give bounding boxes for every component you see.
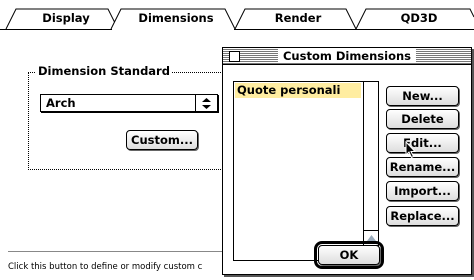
custom-button[interactable]: Custom... xyxy=(126,130,198,150)
replace-button[interactable]: Replace... xyxy=(386,206,459,226)
popup-value: Arch xyxy=(46,96,76,110)
delete-button[interactable]: Delete xyxy=(386,109,459,129)
help-text: Click this button to define or modify cu… xyxy=(8,262,203,272)
new-button[interactable]: New... xyxy=(386,86,459,106)
ok-button[interactable]: OK xyxy=(318,245,380,265)
dimension-standard-popup[interactable]: Arch xyxy=(40,94,218,112)
tab-display-label: Display xyxy=(42,11,90,25)
dimensions-list[interactable]: Quote personali xyxy=(233,81,379,261)
tab-bar: Display Dimensions Render QD3D xyxy=(0,0,474,30)
popup-arrows-icon xyxy=(195,95,217,111)
separator xyxy=(8,251,223,252)
group-title: Dimension Standard xyxy=(36,64,172,78)
dialog-title: Custom Dimensions xyxy=(277,49,417,63)
close-box-icon[interactable] xyxy=(229,51,240,62)
list-item[interactable]: Quote personali xyxy=(235,83,361,98)
tab-dimensions-label: Dimensions xyxy=(138,11,214,25)
list-scrollbar[interactable] xyxy=(363,82,378,260)
custom-dimensions-dialog: Custom Dimensions Quote personali New...… xyxy=(222,47,472,275)
rename-button[interactable]: Rename... xyxy=(386,157,459,177)
edit-button[interactable]: Edit... xyxy=(386,133,459,153)
dialog-titlebar[interactable]: Custom Dimensions xyxy=(223,48,471,65)
import-button[interactable]: Import... xyxy=(386,181,459,201)
tab-qd3d-label: QD3D xyxy=(400,11,438,25)
tab-render-label: Render xyxy=(274,11,322,25)
arrow-cursor-icon xyxy=(405,141,417,159)
